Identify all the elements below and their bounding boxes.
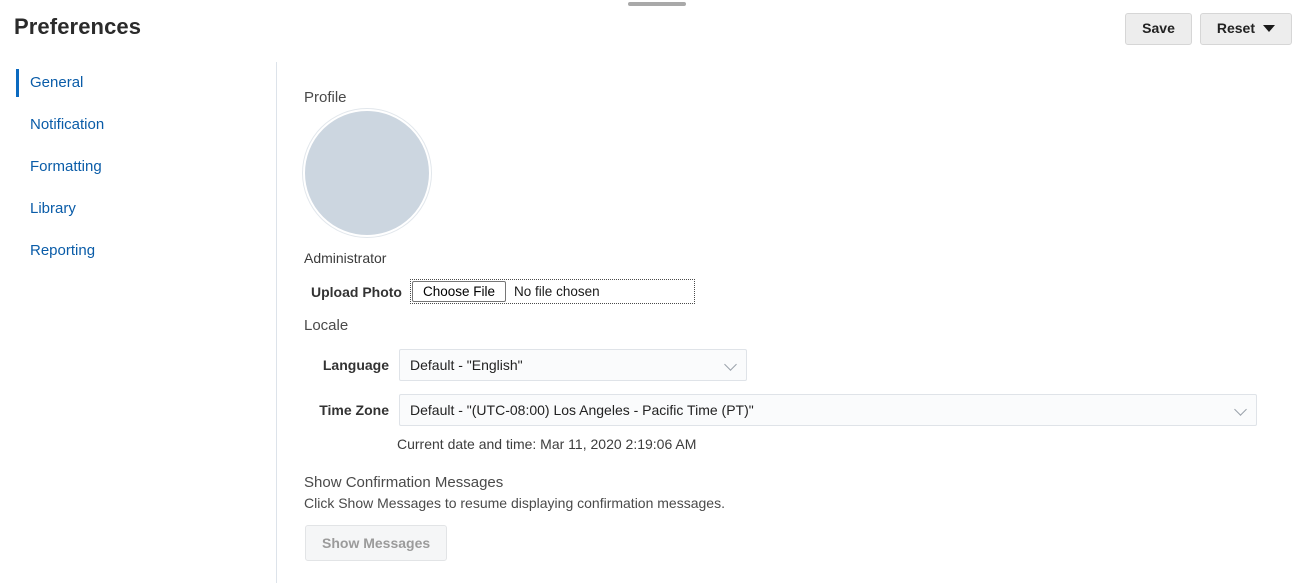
current-datetime-text: Current date and time: Mar 11, 2020 2:19… bbox=[397, 436, 697, 452]
save-button[interactable]: Save bbox=[1125, 13, 1192, 45]
chevron-down-icon bbox=[1263, 25, 1275, 32]
header-actions: Save Reset bbox=[1125, 13, 1292, 45]
language-select[interactable]: Default - "English" bbox=[399, 349, 747, 381]
avatar bbox=[303, 109, 431, 237]
sidebar-item-library[interactable]: Library bbox=[0, 188, 276, 230]
timezone-row: Time Zone Default - "(UTC-08:00) Los Ang… bbox=[304, 394, 1257, 426]
upload-photo-label: Upload Photo bbox=[311, 283, 402, 300]
upload-photo-row: Upload Photo Choose File No file chosen bbox=[304, 279, 695, 304]
sidebar-item-label: General bbox=[30, 74, 84, 91]
sidebar: General Notification Formatting Library … bbox=[0, 62, 277, 583]
language-label: Language bbox=[322, 357, 389, 373]
timezone-select[interactable]: Default - "(UTC-08:00) Los Angeles - Pac… bbox=[399, 394, 1257, 426]
choose-file-button[interactable]: Choose File bbox=[412, 281, 507, 302]
sidebar-item-formatting[interactable]: Formatting bbox=[0, 146, 276, 188]
reset-button-label: Reset bbox=[1216, 20, 1255, 36]
sidebar-item-notification[interactable]: Notification bbox=[0, 104, 276, 146]
upload-photo-file-input[interactable]: Choose File No file chosen bbox=[410, 279, 695, 304]
chevron-down-icon bbox=[1234, 403, 1247, 416]
timezone-label: Time Zone bbox=[319, 402, 389, 418]
show-messages-button-label: Show Messages bbox=[322, 535, 431, 551]
page-title: Preferences bbox=[14, 14, 142, 39]
file-status-text: No file chosen bbox=[514, 284, 600, 299]
confirmation-messages-title: Show Confirmation Messages bbox=[304, 474, 504, 491]
settings-content: Profile Administrator Upload Photo Choos… bbox=[277, 62, 1306, 586]
show-messages-button[interactable]: Show Messages bbox=[305, 525, 448, 561]
reset-button[interactable]: Reset bbox=[1199, 13, 1292, 45]
timezone-select-value: Default - "(UTC-08:00) Los Angeles - Pac… bbox=[410, 402, 754, 418]
language-row: Language Default - "English" bbox=[304, 349, 747, 381]
sidebar-item-label: Reporting bbox=[30, 242, 96, 259]
sidebar-item-general[interactable]: General bbox=[0, 62, 276, 104]
page-header: Preferences Save Reset bbox=[0, 0, 1306, 62]
page-body: General Notification Formatting Library … bbox=[0, 62, 1306, 586]
chevron-down-icon bbox=[724, 358, 737, 371]
confirmation-messages-description: Click Show Messages to resume displaying… bbox=[304, 495, 725, 511]
locale-section-label: Locale bbox=[304, 317, 349, 334]
profile-user-name: Administrator bbox=[304, 250, 387, 266]
language-select-value: Default - "English" bbox=[410, 357, 523, 373]
sidebar-item-label: Notification bbox=[30, 116, 105, 133]
save-button-label: Save bbox=[1142, 20, 1175, 36]
sidebar-item-label: Library bbox=[30, 200, 76, 217]
sidebar-item-label: Formatting bbox=[30, 158, 102, 175]
sidebar-item-reporting[interactable]: Reporting bbox=[0, 230, 276, 272]
profile-section-label: Profile bbox=[304, 89, 347, 106]
